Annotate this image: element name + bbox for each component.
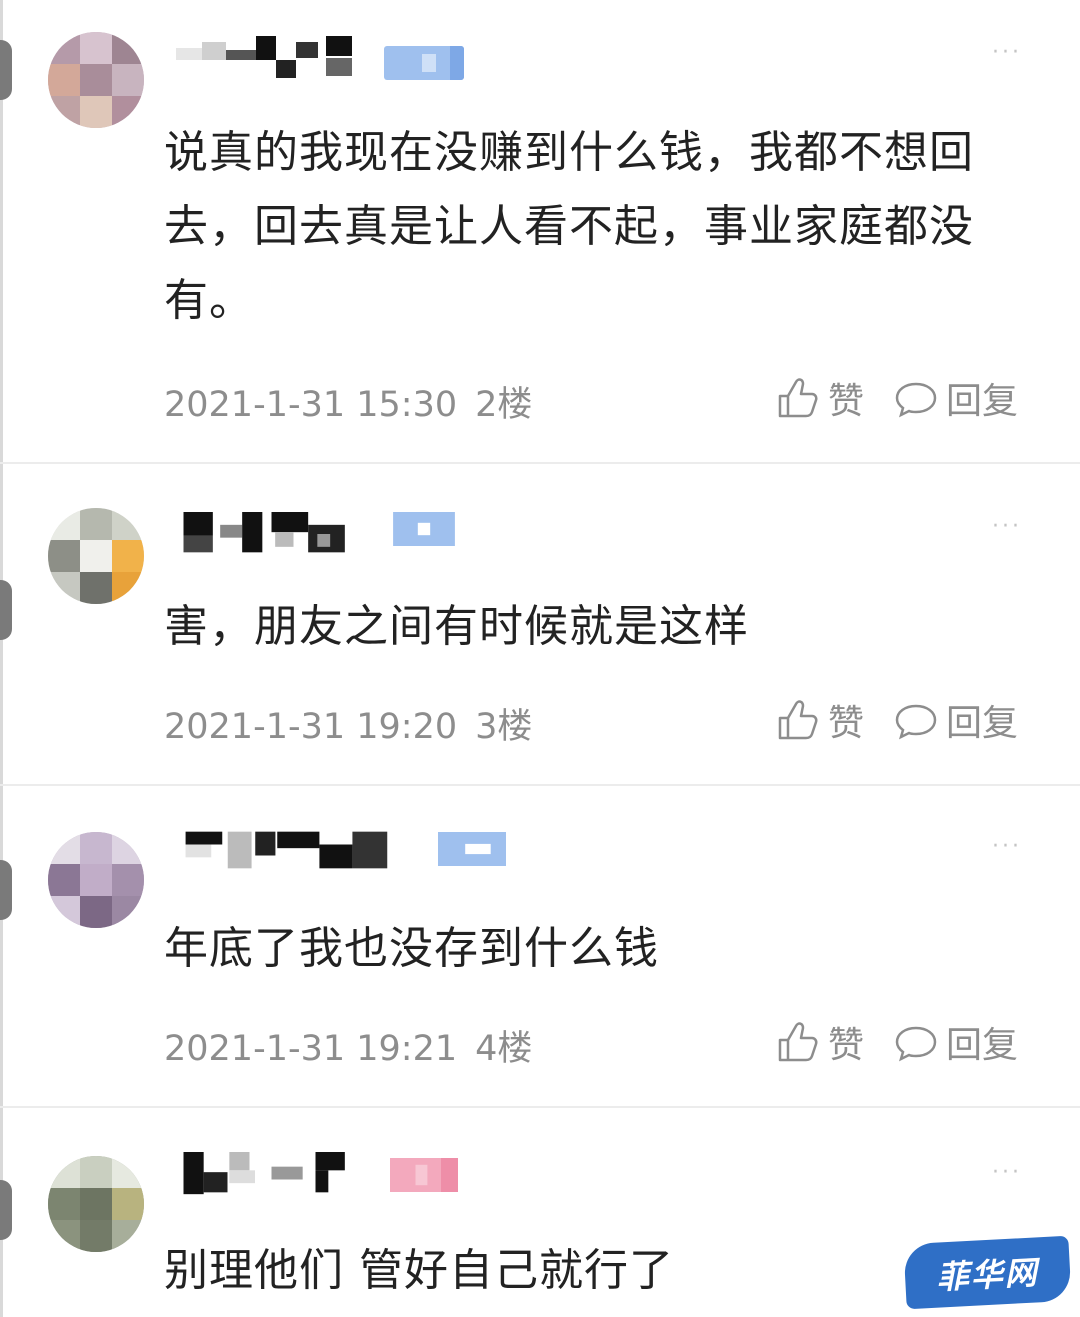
- comment-bubble-icon[interactable]: [894, 1020, 938, 1064]
- reply-button[interactable]: 回复: [946, 372, 1018, 424]
- user-level-badge: [393, 512, 455, 546]
- user-level-badge: [390, 1158, 458, 1192]
- thumbs-up-icon[interactable]: [776, 376, 820, 420]
- comment-bubble-icon[interactable]: [894, 698, 938, 742]
- more-options-icon[interactable]: ···: [992, 514, 1022, 539]
- thumbs-up-icon[interactable]: [776, 698, 820, 742]
- more-options-icon[interactable]: ···: [992, 834, 1022, 859]
- comment-meta: 2021-1-31 15:30 2楼: [164, 376, 550, 427]
- comment-actions: 赞 回复: [776, 372, 1018, 424]
- like-button[interactable]: 赞: [828, 372, 864, 424]
- avatar[interactable]: [48, 832, 144, 928]
- comment-meta: 2021-1-31 19:21 4楼: [164, 1020, 550, 1071]
- avatar[interactable]: [48, 508, 144, 604]
- comment-floor: 2楼: [475, 385, 533, 425]
- user-level-badge: [438, 832, 506, 866]
- comment-thread: ··· 说真的我现在没赚到什么钱，我都不想回去，回去真是让人看不起，事业家庭都没…: [0, 0, 1080, 1317]
- reply-button[interactable]: 回复: [946, 694, 1018, 746]
- username-mosaic: [183, 512, 345, 553]
- reply-button[interactable]: 回复: [946, 1016, 1018, 1068]
- comment-floor: 4楼: [475, 1029, 533, 1069]
- more-options-icon[interactable]: ···: [992, 1160, 1022, 1185]
- comment-text: 年底了我也没存到什么钱: [164, 923, 659, 974]
- avatar[interactable]: [48, 1156, 144, 1252]
- like-button[interactable]: 赞: [828, 1016, 864, 1068]
- comment-actions: 赞 回复: [776, 1016, 1018, 1068]
- username-mosaic: [176, 36, 352, 78]
- comment-item: ··· 害，朋友之间有时候就是这样 2021-1-31 19:20 3楼 赞 回复: [0, 462, 1080, 786]
- comment-date: 2021-1-31 19:20: [164, 707, 458, 747]
- comment-date: 2021-1-31 19:21: [164, 1029, 458, 1069]
- comment-bubble-icon[interactable]: [894, 376, 938, 420]
- comment-meta: 2021-1-31 19:20 3楼: [164, 698, 550, 749]
- avatar[interactable]: [48, 32, 144, 128]
- comment-text: 害，朋友之间有时候就是这样: [164, 601, 749, 652]
- comment-item: ··· 年底了我也没存到什么钱 2021-1-31 19:21 4楼 赞 回复: [0, 784, 1080, 1108]
- user-level-badge: [384, 46, 464, 80]
- like-button[interactable]: 赞: [828, 694, 864, 746]
- comment-actions: 赞 回复: [776, 694, 1018, 746]
- site-watermark-logo: 菲华网: [903, 1235, 1072, 1310]
- comment-date: 2021-1-31 15:30: [164, 385, 458, 425]
- username-mosaic: [183, 1152, 345, 1195]
- comment-floor: 3楼: [475, 707, 533, 747]
- more-options-icon[interactable]: ···: [992, 40, 1022, 65]
- comment-text: 说真的我现在没赚到什么钱，我都不想回去，回去真是让人看不起，事业家庭都没有。: [164, 127, 974, 326]
- username-mosaic: [185, 831, 388, 869]
- thumbs-up-icon[interactable]: [776, 1020, 820, 1064]
- comment-item: ··· 说真的我现在没赚到什么钱，我都不想回去，回去真是让人看不起，事业家庭都没…: [0, 0, 1080, 464]
